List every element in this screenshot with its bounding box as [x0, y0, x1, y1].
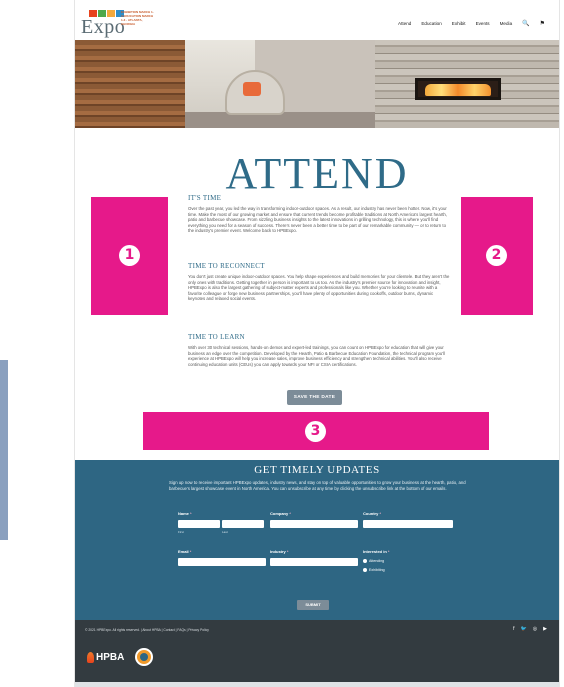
- hero-wood-wall: [75, 40, 185, 128]
- logo-wordmark: Expo: [81, 16, 126, 38]
- hpba-logo[interactable]: HPBA: [87, 652, 124, 663]
- marker-1-number: 1: [119, 245, 140, 266]
- nav-attend[interactable]: Attend: [398, 21, 411, 26]
- twitter-icon[interactable]: 🐦: [521, 626, 527, 632]
- first-sublabel: First: [178, 530, 184, 534]
- last-sublabel: Last: [222, 530, 228, 534]
- radio-circle-icon: [363, 568, 367, 572]
- hpbexpo-logo[interactable]: Expo EXHIBITION MARCH 1-3 EDUCATION MARC…: [81, 10, 154, 38]
- section-body: Over the past year, you led the way in t…: [188, 206, 447, 234]
- facebook-icon[interactable]: f: [513, 626, 514, 632]
- hero-cushion: [243, 82, 261, 96]
- flame-icon: [87, 652, 94, 663]
- section-its-time: IT'S TIME Over the past year, you led th…: [188, 194, 450, 234]
- marker-2-number: 2: [486, 245, 507, 266]
- nav-education[interactable]: Education: [421, 21, 441, 26]
- section-body: With over 30 technical sessions, hands-o…: [188, 345, 445, 367]
- country-label: Country *: [363, 511, 382, 516]
- email-input[interactable]: [178, 558, 266, 566]
- updates-description: Sign up now to receive important HPBExpo…: [169, 480, 466, 491]
- hpba-wordmark: HPBA: [96, 652, 125, 663]
- section-heading: IT'S TIME: [188, 194, 222, 202]
- social-links: f 🐦 ◎ ▶: [513, 626, 547, 632]
- section-reconnect: TIME TO RECONNECT You don't just create …: [188, 262, 450, 302]
- hero-flame: [425, 84, 491, 96]
- nav-exhibit[interactable]: Exhibit: [452, 21, 466, 26]
- youtube-icon[interactable]: ▶: [543, 626, 547, 632]
- marker-1: 1: [91, 197, 168, 315]
- radio-exhibiting[interactable]: Exhibiting: [363, 568, 385, 572]
- instagram-icon[interactable]: ◎: [533, 626, 537, 632]
- section-body: You don't just create unique indoor-outd…: [188, 274, 450, 302]
- radio-attending[interactable]: Attending: [363, 559, 384, 563]
- marker-3: 3: [143, 412, 489, 450]
- industry-select[interactable]: [270, 558, 358, 566]
- marker-3-number: 3: [305, 421, 326, 442]
- side-panel-tab: [0, 360, 8, 540]
- site-header: Expo EXHIBITION MARCH 1-3 EDUCATION MARC…: [75, 0, 559, 40]
- updates-signup: GET TIMELY UPDATES Sign up now to receiv…: [75, 460, 559, 620]
- country-input[interactable]: [363, 520, 453, 528]
- section-learn: TIME TO LEARN With over 30 technical ses…: [188, 333, 450, 367]
- interested-label: Interested in *: [363, 549, 390, 554]
- bottom-strip: [75, 682, 559, 687]
- company-input[interactable]: [270, 520, 358, 528]
- page-container: Expo EXHIBITION MARCH 1-3 EDUCATION MARC…: [75, 0, 559, 687]
- section-heading: TIME TO LEARN: [188, 333, 245, 341]
- section-heading: TIME TO RECONNECT: [188, 262, 265, 270]
- flag-icon[interactable]: ⚑: [540, 20, 545, 27]
- industry-label: Industry *: [270, 549, 289, 554]
- radio-circle-icon: [363, 559, 367, 563]
- marker-2: 2: [461, 197, 533, 315]
- hero-image: [75, 40, 559, 128]
- footer-links[interactable]: © 2021 HPBExpo. All rights reserved. | A…: [85, 628, 209, 632]
- first-name-input[interactable]: [178, 520, 220, 528]
- logo-tagline: EXHIBITION MARCH 1-3 EDUCATION MARCH 1-3…: [121, 10, 154, 26]
- page-title: ATTEND: [225, 149, 409, 198]
- submit-button[interactable]: SUBMIT: [297, 600, 329, 610]
- updates-title: GET TIMELY UPDATES: [254, 464, 380, 476]
- csia-badge-icon[interactable]: [135, 648, 153, 666]
- name-label: Name *: [178, 511, 192, 516]
- nav-media[interactable]: Media: [500, 21, 513, 26]
- site-footer: © 2021 HPBExpo. All rights reserved. | A…: [75, 620, 559, 682]
- main-nav: Attend Education Exhibit Events Media 🔍 …: [398, 20, 545, 27]
- email-label: Email *: [178, 549, 192, 554]
- last-name-input[interactable]: [222, 520, 264, 528]
- company-label: Company *: [270, 511, 291, 516]
- save-the-date-button[interactable]: SAVE THE DATE: [287, 390, 342, 405]
- nav-events[interactable]: Events: [476, 21, 490, 26]
- search-icon[interactable]: 🔍: [522, 20, 529, 27]
